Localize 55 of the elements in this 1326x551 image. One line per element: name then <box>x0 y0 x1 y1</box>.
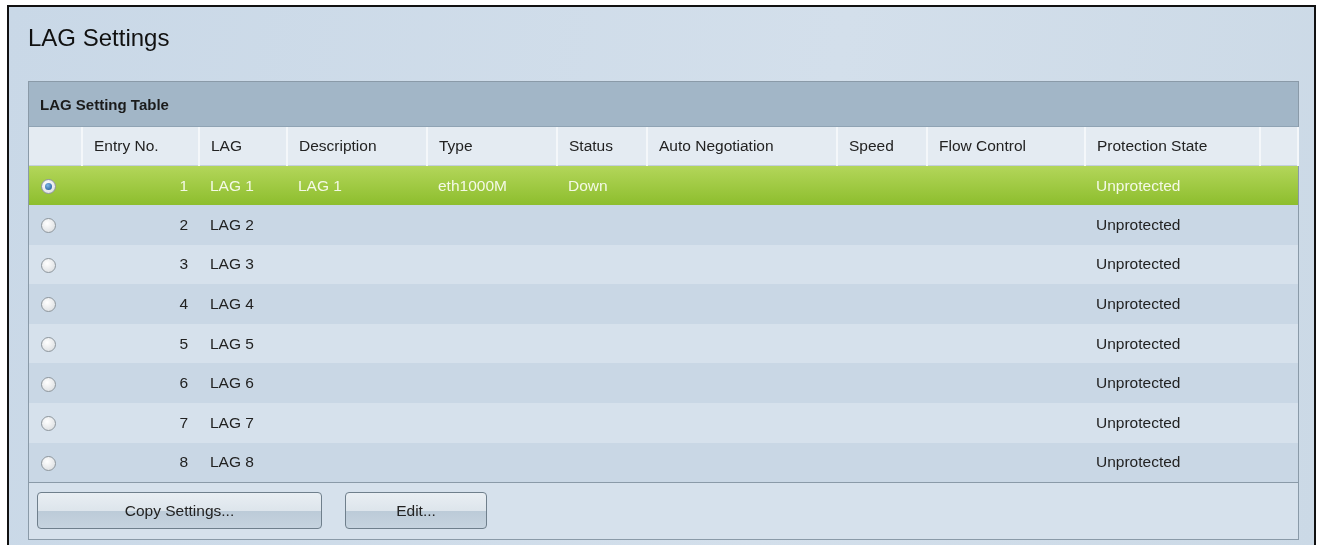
table-cell: LAG 6 <box>199 363 287 404</box>
radio-button[interactable] <box>41 376 56 392</box>
column-header: Description <box>287 127 427 166</box>
table-cell: 6 <box>82 363 199 404</box>
table-cell: 8 <box>82 442 199 483</box>
table-cell: Unprotected <box>1085 244 1260 285</box>
table-cell: Unprotected <box>1085 165 1260 206</box>
table-row[interactable]: 7 LAG 7 Unprotected <box>29 403 1298 443</box>
radio-button[interactable] <box>41 218 56 234</box>
edit-button[interactable]: Edit... <box>345 492 487 530</box>
table-cell: 3 <box>82 244 199 285</box>
table-caption: LAG Setting Table <box>29 82 1298 127</box>
table-row[interactable]: 3 LAG 3 Unprotected <box>29 244 1298 285</box>
table-cell: Unprotected <box>1085 284 1260 324</box>
copy-settings-button[interactable]: Copy Settings... <box>37 492 322 530</box>
radio-button[interactable] <box>41 297 56 313</box>
table-cell: LAG 5 <box>199 323 287 364</box>
table-row[interactable]: 6 LAG 6 Unprotected <box>29 363 1298 404</box>
table-cell: eth1000M <box>427 165 557 206</box>
column-header: Protection State <box>1085 127 1260 166</box>
page-title: LAG Settings <box>28 23 170 53</box>
table-cell: LAG 1 <box>199 165 287 206</box>
table-row[interactable]: 2 LAG 2 Unprotected <box>29 205 1298 245</box>
radio-button[interactable] <box>41 416 56 432</box>
table-cell: LAG 2 <box>199 205 287 245</box>
table-cell: Unprotected <box>1085 205 1260 245</box>
table-cell: Unprotected <box>1085 323 1260 364</box>
table-cell: LAG 4 <box>199 284 287 324</box>
radio-button[interactable] <box>41 178 56 194</box>
column-header: Status <box>557 127 647 166</box>
radio-button[interactable] <box>41 257 56 273</box>
table-cell: Unprotected <box>1085 403 1260 443</box>
table-cell: LAG 8 <box>199 442 287 483</box>
table-cell: 7 <box>82 403 199 443</box>
table-cell: Unprotected <box>1085 442 1260 483</box>
table-cell: 2 <box>82 205 199 245</box>
column-header: Auto Negotiation <box>647 127 837 166</box>
table-row[interactable]: 4 LAG 4 Unprotected <box>29 284 1298 324</box>
table-cell: Unprotected <box>1085 363 1260 404</box>
column-header: Entry No. <box>82 127 199 166</box>
table-cell: LAG 1 <box>287 165 427 206</box>
radio-button[interactable] <box>41 337 56 353</box>
table-cell: 5 <box>82 323 199 364</box>
column-header: Flow Control <box>927 127 1085 166</box>
table-cell: LAG 7 <box>199 403 287 443</box>
column-header: LAG <box>199 127 287 166</box>
column-header: Type <box>427 127 557 166</box>
radio-button[interactable] <box>41 455 56 471</box>
table-row[interactable]: 8 LAG 8 Unprotected <box>29 442 1298 483</box>
column-header: Speed <box>837 127 927 166</box>
table-cell: 4 <box>82 284 199 324</box>
table-cell: 1 <box>82 165 199 206</box>
table-cell: Down <box>557 165 647 206</box>
table-cell: LAG 3 <box>199 244 287 285</box>
table-row[interactable]: 5 LAG 5 Unprotected <box>29 323 1298 364</box>
